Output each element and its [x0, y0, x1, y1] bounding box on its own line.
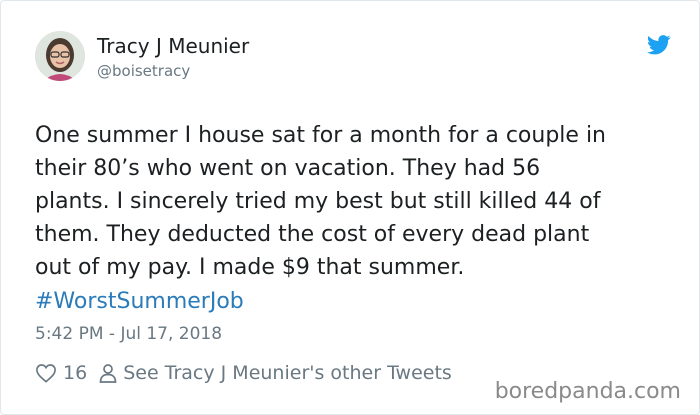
tweet-text: One summer I house sat for a month for a… [35, 123, 607, 280]
other-tweets-link[interactable]: See Tracy J Meunier's other Tweets [123, 362, 452, 384]
tweet-header: Tracy J Meunier @boisetracy [35, 31, 675, 91]
avatar[interactable] [35, 31, 85, 81]
like-count[interactable]: 16 [63, 362, 87, 384]
heart-icon[interactable] [35, 363, 57, 383]
display-name[interactable]: Tracy J Meunier [97, 33, 249, 59]
watermark: boredpanda.com [494, 379, 681, 404]
tweet-timestamp[interactable]: 5:42 PM - Jul 17, 2018 [35, 322, 222, 346]
person-icon[interactable] [99, 363, 117, 383]
hashtag-link[interactable]: #WorstSummerJob [35, 285, 244, 318]
tweet-card: Tracy J Meunier @boisetracy One summer I… [0, 0, 700, 415]
author-names: Tracy J Meunier @boisetracy [97, 33, 249, 81]
tweet-actions: 16 See Tracy J Meunier's other Tweets [35, 358, 452, 388]
twitter-bird-icon[interactable] [647, 35, 671, 55]
handle[interactable]: @boisetracy [97, 61, 249, 81]
